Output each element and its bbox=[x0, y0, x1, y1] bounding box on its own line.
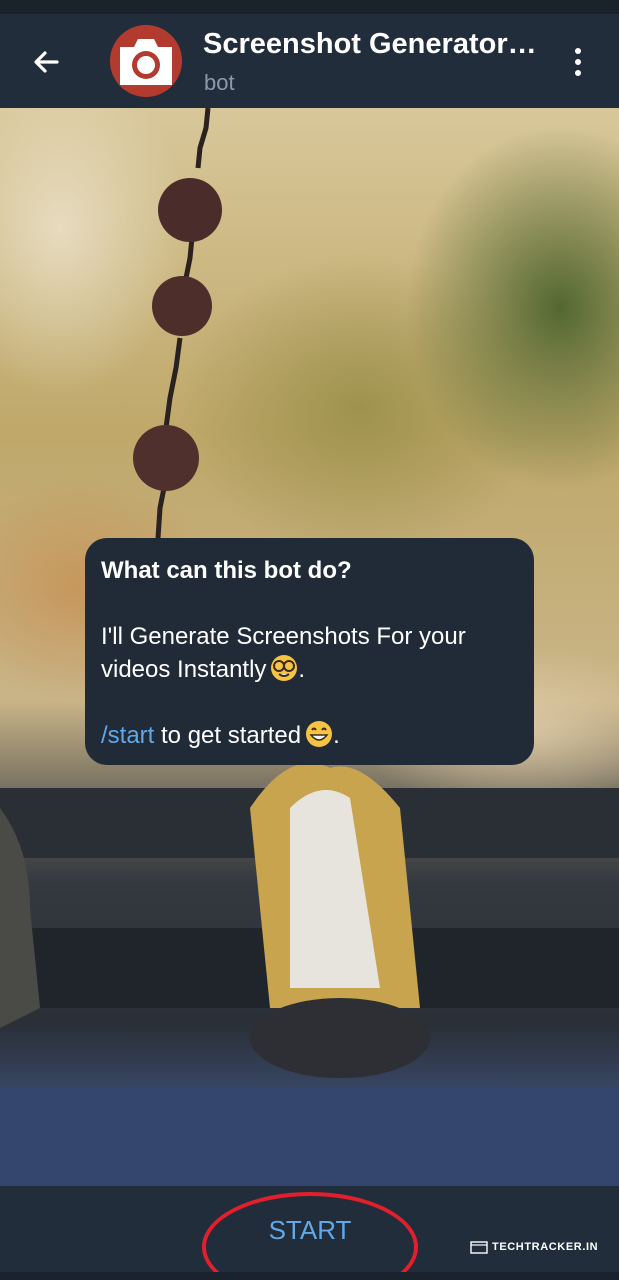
more-vertical-icon bbox=[575, 48, 581, 54]
chat-wallpaper: What can this bot do? I'll Generate Scre… bbox=[0, 108, 619, 1186]
watermark-text: TECHTRACKER.IN bbox=[492, 1241, 599, 1253]
arrow-left-icon bbox=[34, 51, 59, 73]
browser-window-icon bbox=[470, 1240, 488, 1254]
chat-header: Screenshot Generator… bot bbox=[0, 14, 619, 108]
grinning-face-emoji bbox=[306, 721, 333, 747]
back-button[interactable] bbox=[22, 38, 70, 86]
bot-info-title: What can this bot do? bbox=[101, 557, 352, 584]
start-command-link[interactable]: /start bbox=[101, 722, 154, 749]
chat-subtitle: bot bbox=[204, 70, 235, 95]
bot-info-command-line: /start to get started . bbox=[101, 721, 340, 749]
bot-info-bubble: What can this bot do? I'll Generate Scre… bbox=[85, 538, 534, 765]
bottom-bar: START bbox=[0, 1186, 619, 1272]
camera-icon bbox=[110, 25, 182, 97]
bot-info-description: I'll Generate Screenshots For your video… bbox=[101, 623, 466, 683]
nerd-face-emoji bbox=[271, 655, 298, 681]
system-nav-bar bbox=[0, 1272, 619, 1280]
avatar[interactable] bbox=[110, 25, 182, 97]
watermark: TECHTRACKER.IN bbox=[470, 1239, 598, 1255]
more-menu-button[interactable] bbox=[558, 38, 598, 86]
start-button[interactable]: START bbox=[210, 1204, 410, 1256]
chat-title[interactable]: Screenshot Generator… bbox=[203, 28, 543, 61]
status-bar bbox=[0, 0, 619, 14]
